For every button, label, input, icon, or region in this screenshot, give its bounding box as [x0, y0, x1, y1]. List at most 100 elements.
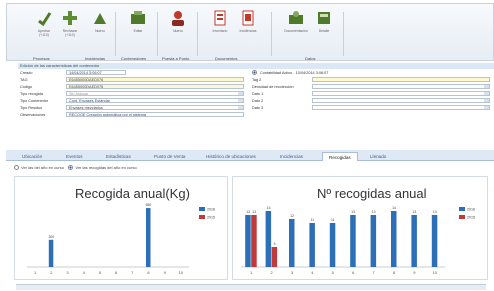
- tag2-field[interactable]: [312, 77, 490, 82]
- tab-incidencias[interactable]: Incidencias: [274, 152, 309, 161]
- count-chart: 113 1321453124115116137138149131013201620…: [241, 206, 475, 275]
- container-type-select[interactable]: Cont. Envases Estándar: [66, 98, 244, 103]
- documentation-label: Documentación: [284, 29, 308, 33]
- group-label-contenedores: Contenedores: [121, 56, 147, 61]
- group-label-puesta: Puesta a Punto: [162, 56, 190, 61]
- data2-select[interactable]: [312, 98, 490, 103]
- bar-2016: [309, 223, 315, 267]
- density-select[interactable]: [312, 84, 490, 89]
- chart-panel-weight: Recogida anual(Kg) 1 2 300 3 4 5 6 7 8 650 9 10 2016…: [14, 176, 228, 280]
- chart-panel-count: Nº recogidas anual 1 13 13 2 14 5 3 12 4 11 5 11 6 13…: [232, 176, 488, 280]
- data-label: 13: [246, 210, 250, 214]
- form-row: Dato 1: [250, 91, 494, 97]
- x-tick-label: 7: [131, 270, 134, 275]
- x-tick-label: 4: [83, 270, 86, 275]
- bar-2016: [391, 211, 397, 267]
- data-label: 11: [331, 218, 335, 222]
- tab-estadisticas[interactable]: Estadísticas: [100, 152, 137, 161]
- created-field[interactable]: 14/04/2014 3:06:07: [66, 70, 126, 75]
- x-tick-label: 10: [433, 270, 438, 275]
- field-label: Código: [20, 85, 33, 89]
- edit-label: Editar: [133, 29, 143, 33]
- group-label-procesos: Procesos: [33, 56, 50, 61]
- detail-icon: [316, 10, 332, 26]
- bar-2015: [271, 247, 278, 267]
- form-row: Contabilidad Activo - 10/04/2014 3:06:07: [250, 70, 494, 76]
- active-checkbox[interactable]: [252, 70, 257, 75]
- tab-recogidas[interactable]: Recogidas: [322, 152, 358, 161]
- bar-2016: [370, 215, 377, 267]
- field-label: Tipo recogida: [20, 92, 43, 96]
- x-tick-label: 1: [34, 270, 37, 275]
- data1-select[interactable]: [312, 91, 490, 96]
- tab-bar: Ubicación Eventos Estadísticas Punto de …: [6, 150, 494, 161]
- approve-icon: [36, 10, 52, 27]
- group-divider: [115, 12, 116, 56]
- x-tick-label: 7: [372, 270, 375, 275]
- x-tick-label: 5: [332, 270, 335, 275]
- reject-button[interactable]: Rechazar (+110): [57, 10, 83, 37]
- data-label: 14: [392, 206, 396, 210]
- form-row: Densidad de recolección: [250, 84, 494, 90]
- code-field[interactable]: E6455000DAED076: [66, 84, 244, 89]
- observations-field[interactable]: RECOGE Creación automática por el sistem…: [66, 112, 244, 117]
- container-form: Edición de las características del conte…: [18, 63, 494, 147]
- documentation-button[interactable]: Documentación: [283, 10, 309, 33]
- x-tick-label: 2: [270, 270, 273, 275]
- legend-label: 2016: [207, 208, 215, 212]
- legend-label: 2016: [467, 208, 475, 212]
- group-label-datos: Datos: [305, 56, 316, 61]
- data-label: 13: [252, 210, 256, 214]
- approve-button[interactable]: Aprobar (+110): [31, 10, 57, 37]
- tag-field[interactable]: E6455000DAED076: [66, 77, 244, 82]
- data3-select[interactable]: [312, 105, 490, 110]
- x-tick-label: 6: [115, 270, 118, 275]
- weight-chart: 1 2 300 3 4 5 6 7 8 650 9 10 2016 2015: [27, 203, 215, 275]
- form-title: Edición de las características del conte…: [18, 63, 494, 69]
- group-divider: [197, 12, 198, 56]
- data-label: 13: [372, 210, 376, 214]
- form-row: Observaciones RECOGE Creación automática…: [18, 112, 248, 118]
- group-label-incidencias: Incidencias: [85, 56, 106, 61]
- tab-llenado[interactable]: Llenado: [364, 152, 392, 161]
- bar-2016: [265, 211, 272, 267]
- pickup-type-select[interactable]: Sin Asignar: [66, 91, 244, 96]
- inventory-button[interactable]: Inventario: [207, 10, 233, 33]
- group-divider: [157, 12, 158, 56]
- field-label: Densidad de recolección: [252, 85, 294, 89]
- tab-ubicacion[interactable]: Ubicación: [16, 152, 48, 161]
- new-icon: [92, 10, 108, 26]
- detail-button[interactable]: Detalle: [311, 10, 337, 33]
- form-row: Tipo Residuo Envases mezclados: [18, 105, 248, 111]
- waste-type-select[interactable]: Envases mezclados: [66, 105, 244, 110]
- data-label: 13: [433, 210, 437, 214]
- data-label: 14: [267, 206, 271, 210]
- x-tick-label: 2: [50, 270, 53, 275]
- new-button[interactable]: Nuevo: [87, 10, 113, 33]
- data-label: 13: [413, 210, 417, 214]
- group-divider: [343, 12, 344, 56]
- radio-current-year-pickups[interactable]: [68, 165, 74, 171]
- edit-button[interactable]: Editar: [125, 10, 151, 33]
- field-label: Tipo Contenedor: [20, 99, 49, 103]
- radio-label: Ver las recogidas del año en curso: [75, 165, 137, 170]
- field-label: Tag 2: [252, 78, 262, 82]
- tab-historico[interactable]: Histórico de ubicaciones: [200, 152, 262, 161]
- form-row: Dato 3: [250, 105, 494, 111]
- form-row: Creado 14/04/2014 3:06:07: [18, 70, 248, 76]
- inventory-icon: [212, 10, 228, 26]
- incidents-button[interactable]: Incidencias: [235, 10, 261, 33]
- bar-2016: [146, 208, 151, 267]
- x-tick-label: 6: [352, 270, 355, 275]
- radio-current-year[interactable]: [14, 165, 19, 171]
- legend-swatch-2016: [459, 207, 465, 211]
- horizontal-scrollbar[interactable]: [16, 284, 486, 290]
- x-tick-label: 8: [147, 270, 150, 275]
- x-tick-label: 1: [250, 270, 253, 275]
- tab-eventos[interactable]: Eventos: [60, 152, 89, 161]
- field-label: Observaciones: [20, 113, 46, 117]
- user-icon: [170, 10, 186, 26]
- period-options: Ver las del año en curso Ver las recogid…: [14, 164, 137, 172]
- user-button[interactable]: Nuevo: [165, 10, 191, 33]
- tab-punto-venta[interactable]: Punto de Venta: [148, 152, 191, 161]
